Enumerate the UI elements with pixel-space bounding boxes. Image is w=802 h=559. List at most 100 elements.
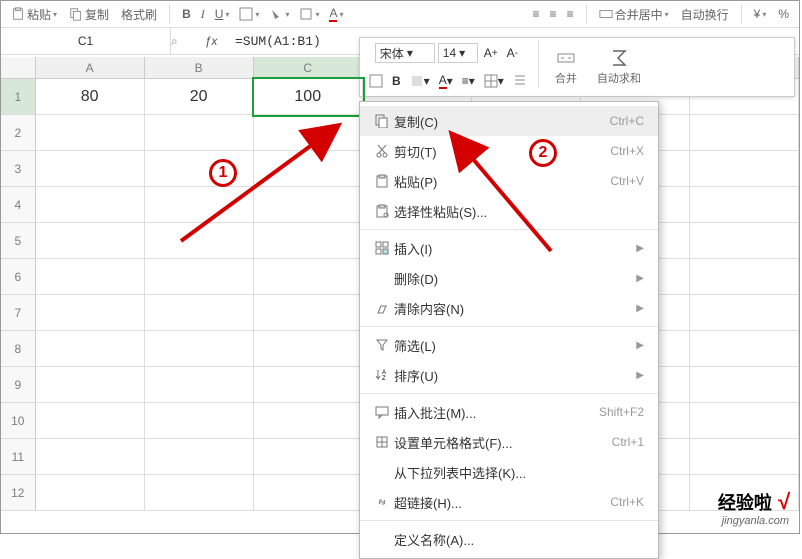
row-header[interactable]: 4 <box>1 187 36 223</box>
cell[interactable] <box>690 187 799 223</box>
row-header[interactable]: 5 <box>1 223 36 259</box>
font-size-select[interactable]: 14▾ <box>438 43 478 63</box>
ctx-item[interactable]: AZ排序(U)▶ <box>360 360 658 390</box>
mini-autosum-button[interactable]: 自动求和 <box>589 40 649 94</box>
cell-style-button[interactable]: ▾ <box>295 5 323 23</box>
row-header[interactable]: 1 <box>1 79 36 115</box>
row-header[interactable]: 10 <box>1 403 36 439</box>
cell-fill-button[interactable]: ▾ <box>265 5 293 23</box>
border-button[interactable]: ▾ <box>235 5 263 23</box>
align-mid-button[interactable]: ≡ <box>546 5 561 23</box>
mini-border2-button[interactable]: ▾ <box>481 73 507 89</box>
cell[interactable]: 100 <box>254 79 363 115</box>
underline-button[interactable]: U▾ <box>211 5 234 23</box>
cell[interactable] <box>36 403 145 439</box>
cell[interactable] <box>145 151 254 187</box>
cell[interactable] <box>36 223 145 259</box>
mini-indent-button[interactable] <box>510 73 530 89</box>
font-select[interactable]: 宋体▾ <box>375 43 435 63</box>
ctx-item[interactable]: 粘贴(P)Ctrl+V <box>360 166 658 196</box>
cell[interactable] <box>145 331 254 367</box>
paste-button[interactable]: 粘贴▾ <box>7 4 61 25</box>
ctx-item[interactable]: 清除内容(N)▶ <box>360 293 658 323</box>
cell[interactable] <box>36 115 145 151</box>
cell[interactable] <box>254 115 363 151</box>
col-header-C[interactable]: C <box>254 57 363 79</box>
cell[interactable] <box>145 439 254 475</box>
mini-align-button[interactable]: ≡▾ <box>459 73 478 89</box>
cell[interactable] <box>254 403 363 439</box>
mini-font-color-button[interactable]: A▾ <box>436 72 456 90</box>
cell[interactable] <box>36 475 145 511</box>
ctx-item[interactable]: 剪切(T)Ctrl+X <box>360 136 658 166</box>
cell[interactable] <box>36 151 145 187</box>
cell[interactable] <box>145 475 254 511</box>
col-header-B[interactable]: B <box>145 57 254 79</box>
ctx-item[interactable]: 设置单元格格式(F)...Ctrl+1 <box>360 427 658 457</box>
ctx-item[interactable]: 定义名称(A)... <box>360 524 658 554</box>
row-header[interactable]: 3 <box>1 151 36 187</box>
cell[interactable] <box>690 295 799 331</box>
cell[interactable]: 20 <box>145 79 254 115</box>
ctx-item[interactable]: 选择性粘贴(S)... <box>360 196 658 226</box>
cell[interactable] <box>145 187 254 223</box>
row-header[interactable]: 8 <box>1 331 36 367</box>
name-box[interactable]: C1 <box>1 28 171 54</box>
cell[interactable] <box>145 295 254 331</box>
cell[interactable] <box>254 259 363 295</box>
font-color-button[interactable]: A▾ <box>325 4 347 24</box>
row-header[interactable]: 6 <box>1 259 36 295</box>
cell[interactable]: 80 <box>36 79 145 115</box>
cell[interactable] <box>254 475 363 511</box>
cell[interactable] <box>145 367 254 403</box>
cell[interactable] <box>690 439 799 475</box>
cell[interactable] <box>145 115 254 151</box>
shrink-font-button[interactable]: A- <box>504 45 521 61</box>
ctx-item[interactable]: 插入(I)▶ <box>360 233 658 263</box>
mini-fill-button[interactable]: ▾ <box>407 73 433 89</box>
cell[interactable] <box>36 367 145 403</box>
cell[interactable] <box>690 331 799 367</box>
select-all-corner[interactable] <box>1 57 36 79</box>
cell[interactable] <box>254 367 363 403</box>
mini-bold-button[interactable]: B <box>389 73 404 89</box>
row-header[interactable]: 7 <box>1 295 36 331</box>
cell[interactable] <box>254 187 363 223</box>
cell[interactable] <box>690 151 799 187</box>
currency-button[interactable]: ¥▾ <box>750 5 771 23</box>
align-bot-button[interactable]: ≡ <box>563 5 578 23</box>
ctx-item[interactable]: 插入批注(M)...Shift+F2 <box>360 397 658 427</box>
row-header[interactable]: 2 <box>1 115 36 151</box>
italic-button[interactable]: I <box>197 5 209 24</box>
ctx-item[interactable]: 筛选(L)▶ <box>360 330 658 360</box>
cell[interactable] <box>690 403 799 439</box>
merge-center-button[interactable]: 合并居中▾ <box>595 4 673 25</box>
format-painter-button[interactable]: 格式刷 <box>117 4 161 25</box>
cell[interactable] <box>254 295 363 331</box>
wrap-button[interactable]: 自动换行 <box>677 4 733 25</box>
ctx-item[interactable]: 删除(D)▶ <box>360 263 658 293</box>
percent-button[interactable]: % <box>774 5 793 23</box>
cell[interactable] <box>36 187 145 223</box>
col-header-A[interactable]: A <box>36 57 145 79</box>
fx-icon[interactable]: ƒx <box>191 34 231 48</box>
cell[interactable] <box>36 439 145 475</box>
cell[interactable] <box>254 439 363 475</box>
ctx-item[interactable]: 超链接(H)...Ctrl+K <box>360 487 658 517</box>
cell[interactable] <box>145 259 254 295</box>
cell[interactable] <box>254 151 363 187</box>
mini-merge-button[interactable]: 合并 <box>547 40 585 94</box>
zoom-icon[interactable]: ⌕ <box>171 34 191 49</box>
row-header[interactable]: 11 <box>1 439 36 475</box>
cell[interactable] <box>690 259 799 295</box>
row-header[interactable]: 9 <box>1 367 36 403</box>
align-top-button[interactable]: ≡ <box>529 5 544 23</box>
cell[interactable] <box>690 223 799 259</box>
cell[interactable] <box>254 223 363 259</box>
cell[interactable] <box>254 331 363 367</box>
cell[interactable] <box>690 115 799 151</box>
ctx-item[interactable]: 从下拉列表中选择(K)... <box>360 457 658 487</box>
cell[interactable] <box>36 295 145 331</box>
cell[interactable] <box>36 259 145 295</box>
row-header[interactable]: 12 <box>1 475 36 511</box>
